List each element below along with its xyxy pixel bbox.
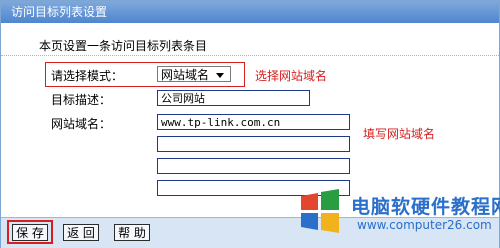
save-button[interactable]: 保 存 <box>12 224 48 241</box>
panel-title: 访问目标列表设置 <box>1 1 499 23</box>
mode-label: 请选择模式： <box>51 69 124 83</box>
help-button[interactable]: 帮 助 <box>114 224 150 241</box>
domain-input-3[interactable] <box>157 158 350 174</box>
domain-label: 网站域名： <box>51 117 112 131</box>
windows-logo-icon <box>301 189 339 233</box>
mode-note: 选择网站域名 <box>255 69 328 83</box>
watermark: 电脑软硬件教程网 www.computer26.com <box>297 188 500 238</box>
watermark-url: www.computer26.com <box>357 218 492 232</box>
domain-input-2[interactable] <box>157 136 350 152</box>
domain-input-1[interactable]: www.tp-link.com.cn <box>157 114 350 130</box>
dropdown-arrow-icon <box>216 73 224 78</box>
page-subtitle: 本页设置一条访问目标列表条目 <box>39 39 208 53</box>
divider <box>1 55 499 56</box>
domain-note: 填写网站域名 <box>363 127 436 141</box>
watermark-title: 电脑软硬件教程网 <box>351 196 500 218</box>
description-label: 目标描述： <box>51 93 112 107</box>
mode-select-value: 网站域名 <box>161 68 210 82</box>
description-input[interactable]: 公司网站 <box>157 90 310 106</box>
back-button[interactable]: 返 回 <box>63 224 99 241</box>
mode-select[interactable]: 网站域名 <box>157 66 231 82</box>
settings-panel: 访问目标列表设置 本页设置一条访问目标列表条目 请选择模式： 网站域名 选择网站… <box>0 0 500 248</box>
